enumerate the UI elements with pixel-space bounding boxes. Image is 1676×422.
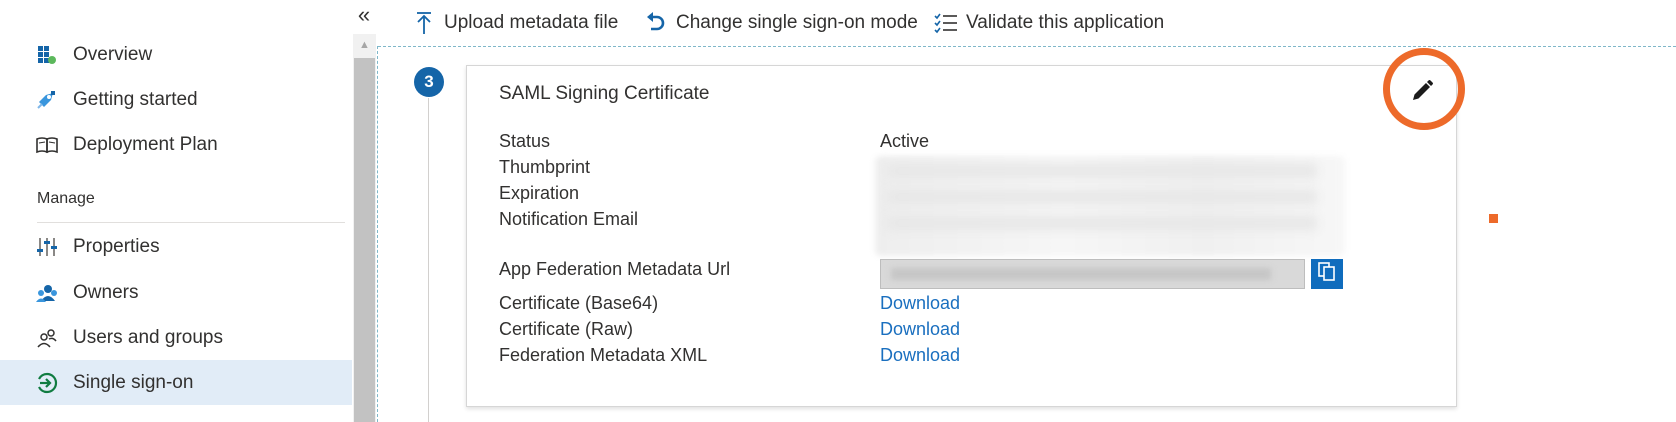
upload-metadata-label: Upload metadata file [444, 12, 619, 33]
upload-icon [412, 11, 436, 35]
sign-in-arrow-icon [36, 372, 58, 394]
sidebar-item-getting-started[interactable]: Getting started [0, 77, 352, 122]
collapse-sidebar-button[interactable]: « [353, 2, 375, 28]
scroll-up-arrow-icon[interactable]: ▲ [353, 34, 376, 56]
download-federation-metadata-xml-link[interactable]: Download [880, 345, 960, 366]
step-number-badge: 3 [414, 67, 444, 97]
copy-icon [1318, 261, 1336, 287]
sidebar-item-label: Single sign-on [73, 371, 194, 393]
scroll-thumb[interactable] [354, 58, 375, 422]
sidebar-item-label: Getting started [73, 88, 198, 110]
upload-metadata-button[interactable]: Upload metadata file [412, 8, 618, 38]
copy-to-clipboard-button[interactable] [1311, 259, 1343, 289]
saml-signing-certificate-card: SAML Signing Certificate Status Active T… [466, 65, 1457, 407]
status-label: Status [499, 131, 551, 151]
properties-sliders-icon [36, 236, 58, 258]
sidebar-item-label: Owners [73, 281, 139, 303]
notification-email-label: Notification Email [499, 209, 639, 229]
divider [37, 222, 345, 223]
users-icon [36, 327, 58, 349]
sidebar-item-overview[interactable]: Overview [0, 32, 352, 77]
book-icon [36, 134, 58, 156]
undo-icon [644, 11, 668, 35]
sidebar-item-deployment-plan[interactable]: Deployment Plan [0, 122, 352, 167]
sidebar-item-owners[interactable]: Owners [0, 270, 352, 315]
grid-overview-icon [36, 44, 58, 66]
sidebar-item-label: Users and groups [73, 326, 223, 348]
sidebar-item-label: Overview [73, 43, 153, 65]
certificate-raw-label: Certificate (Raw) [499, 319, 634, 339]
thumbprint-label: Thumbprint [499, 157, 591, 177]
validate-application-label: Validate this application [966, 12, 1165, 33]
download-certificate-base64-link[interactable]: Download [880, 293, 960, 314]
checklist-icon [934, 11, 958, 35]
download-certificate-raw-link[interactable]: Download [880, 319, 960, 340]
change-sso-mode-label: Change single sign-on mode [676, 12, 918, 33]
card-title: SAML Signing Certificate [499, 83, 710, 104]
edit-certificate-button[interactable] [1408, 79, 1436, 107]
sidebar-item-properties[interactable]: Properties [0, 224, 352, 269]
sidebar-scrollbar[interactable]: ▲ [353, 34, 376, 422]
redacted-email [887, 216, 1317, 230]
step-connector-line [428, 98, 429, 422]
sidebar-item-label: Properties [73, 235, 160, 257]
sidebar-item-label: Deployment Plan [73, 133, 218, 155]
metadata-url-field[interactable] [880, 259, 1305, 289]
metadata-url-label: App Federation Metadata Url [499, 259, 731, 279]
pencil-icon [1410, 79, 1434, 108]
rocket-icon [36, 89, 58, 111]
certificate-base64-label: Certificate (Base64) [499, 293, 659, 313]
section-header-manage: Manage [37, 190, 95, 207]
redacted-url [891, 268, 1271, 280]
change-sso-mode-button[interactable]: Change single sign-on mode [644, 8, 918, 38]
sidebar: Overview Getting started Deployment Plan… [0, 0, 352, 422]
expiration-label: Expiration [499, 183, 580, 203]
command-bar: Upload metadata file Change single sign-… [378, 0, 1676, 47]
orange-marker [1489, 214, 1498, 223]
redacted-expiration [887, 190, 1317, 204]
sidebar-item-single-sign-on[interactable]: Single sign-on [0, 360, 352, 405]
federation-metadata-xml-label: Federation Metadata XML [499, 345, 708, 365]
sidebar-item-users-and-groups[interactable]: Users and groups [0, 315, 352, 360]
owners-icon [36, 282, 58, 304]
validate-application-button[interactable]: Validate this application [934, 8, 1164, 38]
content-border [377, 46, 379, 422]
status-value: Active [880, 131, 930, 151]
redacted-thumbprint [887, 164, 1317, 178]
